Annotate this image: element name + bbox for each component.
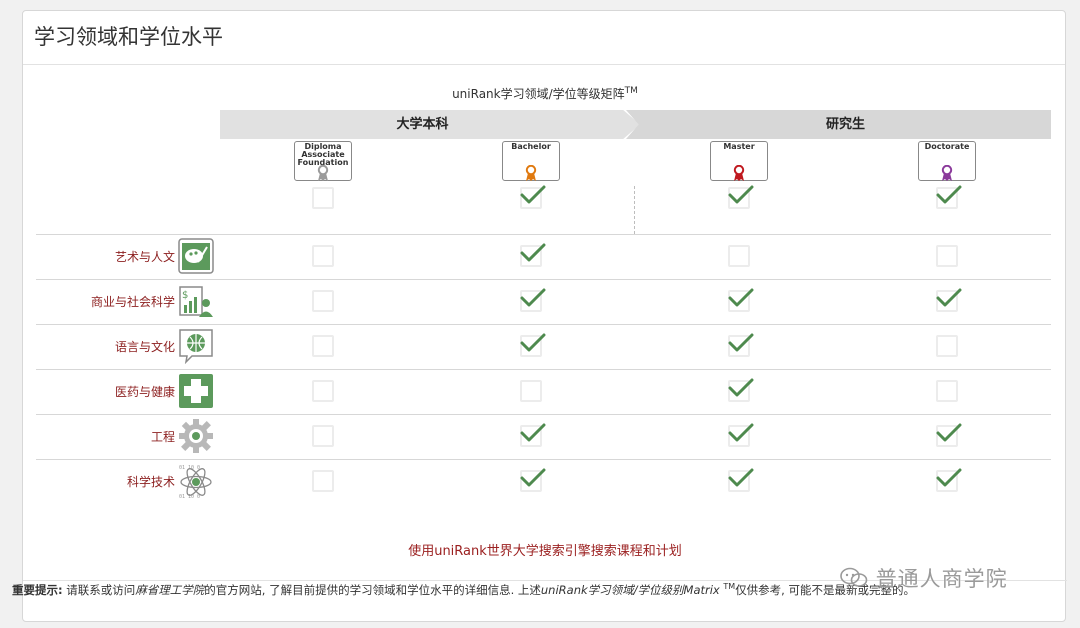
row-divider [36, 234, 1051, 235]
award-ribbon-icon [733, 165, 745, 181]
check-icon [936, 423, 962, 442]
undergraduate-band: 大学本科 [220, 110, 640, 139]
check-icon [936, 185, 962, 204]
svg-text:$: $ [182, 290, 188, 301]
atom-icon: 01 10 001 10 0 [179, 465, 212, 499]
check-icon [728, 333, 754, 352]
field-level-cell [312, 245, 334, 267]
row-divider [36, 369, 1051, 370]
degree-name: Diploma Associate Foundation [294, 143, 352, 167]
degree-doctorate: Doctorate [918, 141, 976, 181]
degree-name: Bachelor [502, 143, 560, 151]
check-icon [728, 423, 754, 442]
field-label: 艺术与人文 [114, 250, 175, 264]
field-level-cell [312, 380, 334, 402]
column-divider [634, 186, 635, 234]
globe-speech-icon [179, 329, 213, 364]
degree-name: Master [710, 143, 768, 151]
study-areas-panel: 学习领域和学位水平 uniRank学习领域/学位等级矩阵TM 大学本科 研究生 … [22, 10, 1067, 622]
check-icon [728, 288, 754, 307]
check-icon [728, 468, 754, 487]
field-level-cell [520, 380, 542, 402]
important-note: 重要提示: 请联系或访问麻省理工学院的官方网站, 了解目前提供的学习领域和学位水… [12, 582, 915, 598]
field-label: 语言与文化 [114, 340, 175, 354]
watermark: 普通人商学院 [840, 563, 1008, 593]
degree-bachelor: Bachelor [502, 141, 560, 181]
matrix-caption: uniRank学习领域/学位等级矩阵TM [23, 85, 1067, 102]
award-ribbon-icon [941, 165, 953, 181]
degree-name-line: Bachelor [511, 142, 551, 151]
row-divider [36, 324, 1051, 325]
wechat-icon [840, 567, 868, 587]
field-level-cell [728, 245, 750, 267]
matrix-caption-sup: TM [624, 86, 638, 96]
field-level-cell [312, 290, 334, 312]
award-ribbon-icon [317, 165, 329, 181]
check-icon [520, 185, 546, 204]
degree-name: Doctorate [918, 143, 976, 151]
row-divider [36, 459, 1051, 460]
check-icon [520, 333, 546, 352]
overall-level-cell [312, 187, 334, 209]
field-label: 医药与健康 [114, 385, 175, 399]
panel-header: 学习领域和学位水平 [23, 11, 1065, 65]
field-level-cell [312, 470, 334, 492]
degree-diploma: Diploma Associate Foundation [294, 141, 352, 181]
note-matrix-ref: uniRank学习领域/学位级别Matrix [540, 583, 720, 597]
award-ribbon-icon [525, 165, 537, 181]
note-text2: 的官方网站, 了解目前提供的学习领域和学位水平的详细信息. 上述 [204, 583, 541, 597]
svg-text:01 10 0: 01 10 0 [179, 465, 200, 471]
gear-icon [179, 419, 213, 453]
panel-title: 学习领域和学位水平 [34, 25, 223, 49]
check-icon [520, 423, 546, 442]
note-prefix: 重要提示: [12, 583, 63, 597]
field-label: 科学技术 [126, 475, 175, 489]
degree-name-line: Master [723, 142, 755, 151]
postgraduate-band: 研究生 [626, 110, 1051, 139]
check-icon [520, 243, 546, 262]
field-level-cell [936, 380, 958, 402]
field-label: 商业与社会科学 [90, 295, 175, 309]
degree-name-line: Doctorate [924, 142, 970, 151]
field-label: 工程 [150, 430, 175, 444]
check-icon [728, 378, 754, 397]
field-level-cell [312, 335, 334, 357]
check-icon [520, 288, 546, 307]
note-text1: 请联系或访问 [62, 583, 136, 597]
degree-master: Master [710, 141, 768, 181]
palette-icon [178, 238, 214, 274]
medical-cross-icon [179, 374, 213, 408]
field-level-cell [936, 335, 958, 357]
note-institution: 麻省理工学院 [135, 583, 205, 597]
business-icon: $ [179, 286, 213, 317]
field-level-cell [936, 245, 958, 267]
postgraduate-label: 研究生 [825, 117, 865, 132]
check-icon [728, 185, 754, 204]
note-sup: TM [723, 582, 736, 592]
check-icon [936, 288, 962, 307]
matrix-caption-text: uniRank学习领域/学位等级矩阵 [452, 87, 625, 101]
field-level-cell [312, 425, 334, 447]
check-icon [520, 468, 546, 487]
row-divider [36, 414, 1051, 415]
row-divider [36, 279, 1051, 280]
undergraduate-label: 大学本科 [396, 117, 449, 132]
watermark-text: 普通人商学院 [875, 567, 1008, 591]
search-courses-link[interactable]: 使用uniRank世界大学搜索引擎搜索课程和计划 [23, 540, 1067, 559]
check-icon [936, 468, 962, 487]
